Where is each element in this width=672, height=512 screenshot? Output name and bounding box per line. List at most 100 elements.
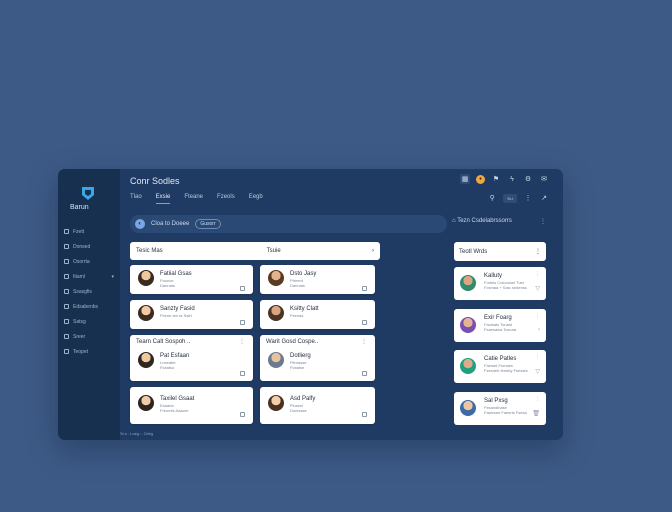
team-panel-title-text: Tezn Csdelabrssorrs [457,218,512,224]
member-card[interactable]: Taxilel Gsaat Esaaria Freomts Aaaore [130,387,253,424]
chevron-right-icon[interactable]: › [372,248,374,254]
grid-icon[interactable]: ▦ [460,174,470,184]
sidebar-item-7[interactable]: Sreer [58,329,120,344]
search-bar[interactable]: ◐ Cloa to Doeee Gusorr [130,215,447,233]
more-icon[interactable]: ⋮ [535,313,540,319]
calendar-icon[interactable] [240,371,245,376]
flag-icon[interactable]: ⚑ [491,174,501,184]
member-card[interactable]: Asd Palfy Plusenl Donisase [260,387,375,424]
filter-icon[interactable]: ▽ [535,285,540,292]
more-icon[interactable]: ⋮ [535,354,540,360]
section-title-right: Tsuie [266,248,281,254]
member-detail: Fcsmaa + Satc sedenss [484,285,527,290]
team-member-card[interactable]: Exir Foarg Faoisats Tonast Fsaesaisa Tcsna… [454,309,546,342]
search-chip[interactable]: Gusorr [195,219,221,229]
sidebar-nav: Fzett Donsed Osorrta Itiaml ▾ Ssasgfis Ed… [58,224,120,359]
more-icon[interactable]: ⋮ [523,193,533,203]
team-list-header: Teotl Wrds ⋮ [454,242,546,261]
member-name: Taxilel Gsaat [160,396,195,402]
member-detail: Freomts Aaaore [160,408,189,413]
team-member-card[interactable]: Kalluty Forteis Colooosel Tuer Fcsmaa + Sa… [454,267,546,300]
sidebar-item-2[interactable]: Osorrta [58,254,120,269]
group-card[interactable]: Tearn Calt Sospoh .. ⋮ Pat Esfaan Lneeatt… [130,335,253,381]
sidebar-item-5[interactable]: Edsabenbs [58,299,120,314]
tab-4[interactable]: Eegb [249,194,263,204]
tab-2[interactable]: Fteane [184,194,203,204]
logo-icon [82,187,94,200]
chat-icon[interactable]: ✉ [539,174,549,184]
member-detail: Fsesdeb Ilrmtdy Fsessfa [484,368,528,373]
more-icon[interactable]: ⋮ [535,271,540,277]
section-title-left: Tesic Mas [136,248,163,254]
lightning-icon[interactable]: ϟ [507,174,517,184]
nav-icon [64,319,69,324]
sidebar-item-1[interactable]: Donsed [58,239,120,254]
group-card[interactable]: Warit Gosd Cospe.. ⋮ Dotlierg Plenasse Flo… [260,335,375,381]
calendar-icon[interactable] [240,320,245,325]
member-detail: Flotatse [290,365,305,370]
calendar-icon[interactable]: ▫ [538,327,540,333]
member-card[interactable]: Sanzty Fasid Pxene am ta Salrt [130,300,253,329]
calendar-icon[interactable] [362,286,367,291]
calendar-icon[interactable] [240,412,245,417]
calendar-icon[interactable] [240,286,245,291]
notification-icon[interactable]: • [476,174,485,184]
member-detail: Dannats [290,283,305,288]
member-role: Pxenas [290,313,304,318]
sidebar-item-8[interactable]: Teopet [58,344,120,359]
member-detail: Dannats [160,283,175,288]
more-icon[interactable]: ⋮ [535,396,540,402]
share-icon[interactable]: ↗ [539,193,549,203]
sidebar-item-label: Sreer [73,333,86,340]
sidebar-item-6[interactable]: Satsg [58,314,120,329]
avatar [268,305,284,321]
search-input[interactable]: Cloa to Doeee [151,221,189,227]
calendar-icon[interactable] [362,320,367,325]
member-card[interactable]: Dsto Jasy Ptreent Dannats [260,265,375,294]
sidebar-item-0[interactable]: Fzett [58,224,120,239]
section-header: Tesic Mas Tsuie › [130,242,380,260]
member-name: Pat Esfaan [160,353,190,359]
filter-icon[interactable]: ▽ [535,368,540,375]
view-toggle[interactable]: Sr.i [503,193,517,203]
top-icons: ▦ • ⚑ ϟ ⚙ ✉ [460,174,549,184]
calendar-icon[interactable] [362,371,367,376]
settings-icon[interactable]: ⚙ [523,174,533,184]
avatar [138,395,154,411]
team-member-card[interactable]: Catie Patles Faesad Fsrnaes Fsesdeb Ilrmtd… [454,350,546,383]
sidebar-item-label: Itiaml [73,273,85,280]
team-member-card[interactable]: Sal Pxsg Fesandinase Fawesee Faesrts Fsesa… [454,392,546,425]
more-icon[interactable]: ⋮ [239,338,245,345]
sidebar-item-label: Osorrta [73,258,90,265]
calendar-icon[interactable] [362,412,367,417]
tab-0[interactable]: Tlao [130,194,142,204]
search-icon[interactable]: ◐ [135,219,145,229]
nav-icon [64,244,69,249]
more-icon[interactable]: ⋮ [361,338,367,345]
avatar [268,270,284,286]
member-card[interactable]: Fatiial Gsas Pounce Dannats [130,265,253,294]
team-list-title: Teotl Wrds [459,248,488,255]
avatar [460,317,476,333]
sidebar-item-4[interactable]: Ssasgfis [58,284,120,299]
tab-bar: Tlao Exsie Fteane Fzeols Eegb [130,194,263,204]
sidebar-item-3[interactable]: Itiaml ▾ [58,269,120,284]
more-icon[interactable]: ⋮ [535,248,541,255]
delete-icon[interactable]: 🗑 [532,410,540,417]
member-detail: Fawesee Faesrts Fsesa [484,410,527,415]
main-content: ◐ Cloa to Doeee Gusorr Tesic Mas Tsuie ›… [126,215,447,440]
tab-1[interactable]: Exsie [155,194,171,204]
filter-icon[interactable]: ⚲ [487,193,497,203]
sidebar-item-label: Donsed [73,243,91,250]
member-name: Exir Foarg [484,315,512,321]
tab-3[interactable]: Fzeols [217,194,235,204]
sidebar-item-label: Ssasgfis [73,288,92,295]
member-name: Kalluty [484,273,503,279]
member-name: Sanzty Fasid [160,306,195,312]
more-icon[interactable]: ⋮ [540,218,546,225]
sidebar: Barun Fzett Donsed Osorrta Itiaml ▾ Ssasg… [58,169,120,440]
status-footer: Sr.s : Loeg :: Cbbg [120,431,154,436]
member-card[interactable]: Ksitty Clatt Pxenas [260,300,375,329]
avatar [138,270,154,286]
member-detail: Donisase [290,408,307,413]
